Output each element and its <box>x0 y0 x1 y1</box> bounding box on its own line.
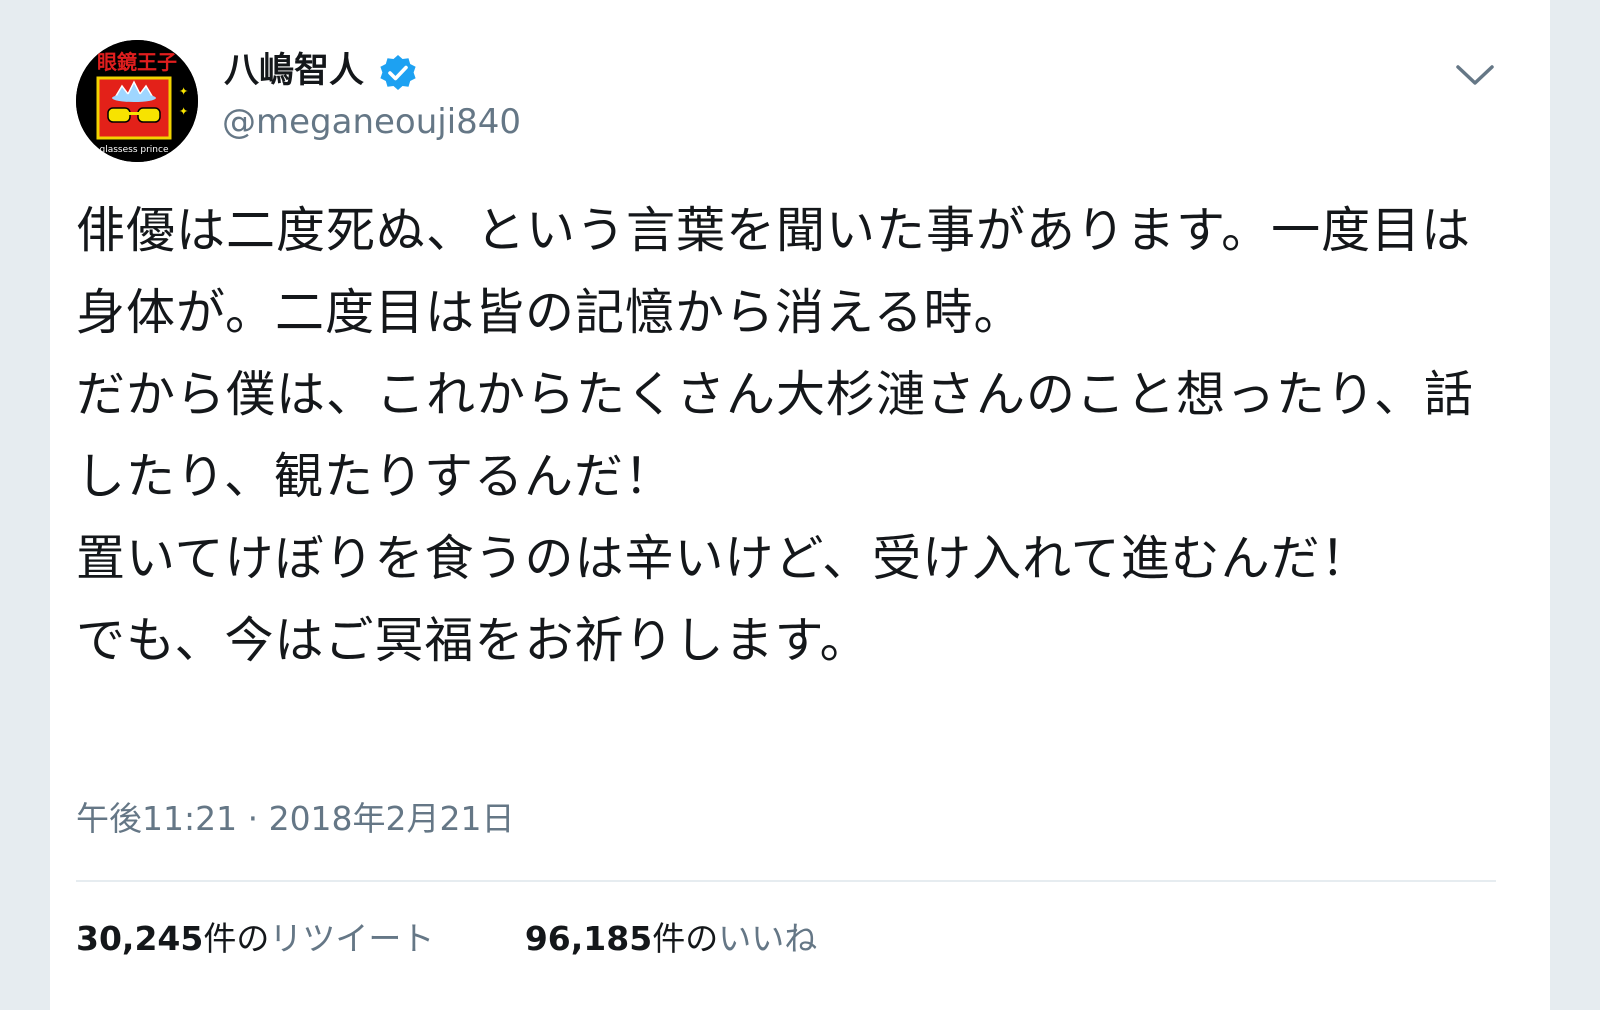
avatar-logo-caption: glassess prince <box>100 145 169 155</box>
retweet-unit: 件の <box>203 919 270 958</box>
author-avatar[interactable]: 眼鏡王子 ✦ ✦ glassess prince <box>76 40 198 162</box>
divider <box>76 880 1496 882</box>
svg-text:✦: ✦ <box>179 105 188 118</box>
tweet-timestamp[interactable]: 午後11:21 · 2018年2月21日 <box>76 796 515 842</box>
author-handle[interactable]: @meganeouji840 <box>222 98 521 146</box>
retweets-stat[interactable]: 30,245件のリツイート <box>76 915 434 963</box>
like-count: 96,185 <box>524 919 653 958</box>
retweet-label: リツイート <box>269 919 435 958</box>
retweet-count: 30,245 <box>76 919 204 958</box>
likes-stat[interactable]: 96,185件のいいね <box>525 915 817 963</box>
avatar-logo: 眼鏡王子 ✦ ✦ glassess prince <box>76 40 198 162</box>
tweet-stats: 30,245件のリツイート 96,185件のいいね <box>76 915 817 963</box>
tweet-card: 眼鏡王子 ✦ ✦ glassess prince 八嶋智人 @meganeouj… <box>50 0 1550 1010</box>
svg-text:✦: ✦ <box>179 85 188 98</box>
avatar-logo-text: 眼鏡王子 <box>97 50 177 74</box>
like-label: いいね <box>718 919 818 958</box>
verified-badge-icon <box>380 55 416 90</box>
chevron-down-icon[interactable] <box>1450 50 1500 100</box>
like-unit: 件の <box>652 919 719 958</box>
tweet-text: 俳優は二度死ぬ、という言葉を聞いた事があります。一度目は身体が。二度目は皆の記憶… <box>76 202 1475 669</box>
author-display-name[interactable]: 八嶋智人 <box>224 46 364 96</box>
